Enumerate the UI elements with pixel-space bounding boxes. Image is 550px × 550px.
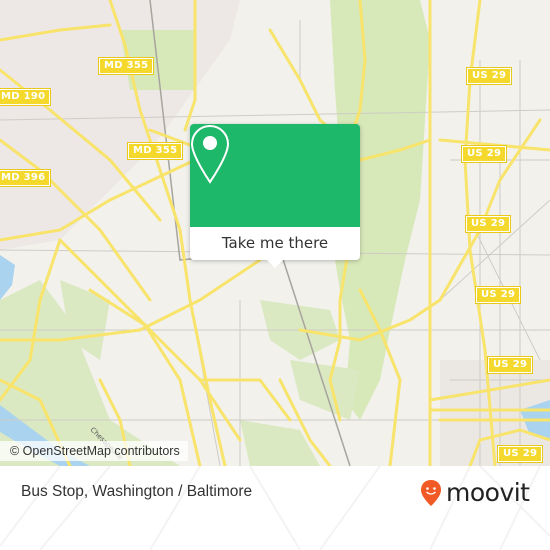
park-area bbox=[240, 420, 320, 466]
brand-name: moovit bbox=[446, 478, 530, 507]
route-shield-us29: US 29 bbox=[474, 286, 522, 304]
route-shield-md190: MD 190 bbox=[0, 88, 52, 106]
route-shield-us29: US 29 bbox=[464, 215, 512, 233]
route-shield-md355: MD 355 bbox=[97, 57, 155, 75]
route-shield-md355: MD 355 bbox=[126, 142, 184, 160]
popup-header bbox=[190, 124, 360, 227]
moovit-smiley-pin-icon bbox=[421, 480, 441, 506]
take-me-there-button[interactable]: Take me there bbox=[190, 227, 360, 260]
route-shield-us29: US 29 bbox=[496, 445, 544, 463]
reservoir bbox=[0, 255, 15, 300]
route-shield-md396: MD 396 bbox=[0, 169, 52, 187]
route-shield-us29: US 29 bbox=[460, 145, 508, 163]
moovit-logo[interactable]: moovit bbox=[420, 478, 530, 508]
footer: Bus Stop, Washington / Baltimore moovit bbox=[0, 466, 550, 550]
route-shield-us29: US 29 bbox=[465, 67, 513, 85]
route-shield-us29: US 29 bbox=[486, 356, 534, 374]
popup-pointer bbox=[267, 260, 283, 268]
map-view[interactable]: Chesapeake MD 355 MD 355 MD 190 MD 396 U… bbox=[0, 0, 550, 466]
stop-title: Bus Stop, Washington / Baltimore bbox=[21, 483, 253, 500]
map-pin-icon bbox=[190, 124, 230, 184]
map-attribution[interactable]: © OpenStreetMap contributors bbox=[0, 441, 188, 461]
location-popup: Take me there bbox=[190, 124, 360, 268]
